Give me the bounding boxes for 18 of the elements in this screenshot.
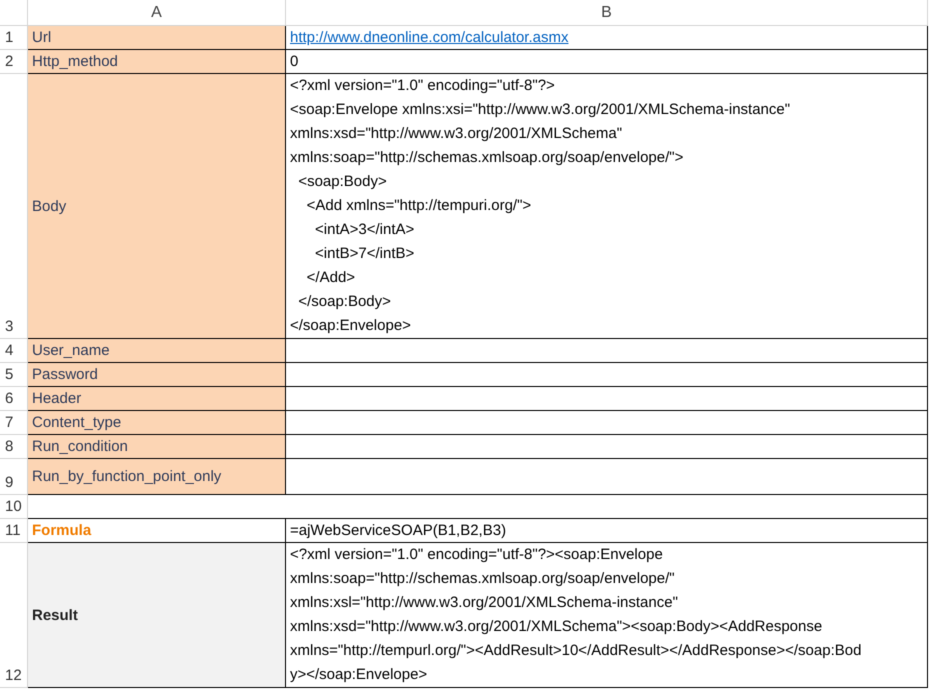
value-cell: 0	[286, 50, 928, 74]
label-cell: Password	[28, 363, 286, 387]
label-cell: Http_method	[28, 50, 286, 74]
label-cell: Result	[28, 543, 286, 688]
label-cell: Body	[28, 74, 286, 339]
label-cell: User_name	[28, 339, 286, 363]
value-cell: =ajWebServiceSOAP(B1,B2,B3)	[286, 519, 928, 543]
label-cell: Run_by_function_point_only	[28, 459, 286, 495]
label-cell: Formula	[28, 519, 286, 543]
column-header: B	[286, 0, 928, 26]
label-cell: Header	[28, 387, 286, 411]
label-cell: Content_type	[28, 411, 286, 435]
link[interactable]: http://www.dneonline.com/calculator.asmx	[290, 29, 568, 46]
label-cell: Url	[28, 26, 286, 50]
value-cell: <?xml version="1.0" encoding="utf-8"?><soap:Envelope xmlns:soap="http://schemas.xmlsoap.org/soap/envelope/" xmlns:xsl="http://www.w3.org/2001/XMLSchema-instance" xmlns:xsd="http://www.w3.org/2001/XMLSchema"><soap:Body><AddResponse xmlns="http://tempurl.org/"><AddResult>10</AddResult></AddResponse></soap:Bod y></soap:Envelope>	[286, 543, 928, 688]
value-cell: <?xml version="1.0" encoding="utf-8"?> <soap:Envelope xmlns:xsi="http://www.w3.org/2001/XMLSchema-instance" xmlns:xsd="http://www.w3.org/2001/XMLSchema" xmlns:soap="http://schemas.xmlsoap.org/soap/envelope/"> <soap:Body> <Add xmlns="http://tempuri.org/"> <intA>3</intA> <intB>7</intB> </Add> </soap:Body> </soap:Envelope>	[286, 74, 928, 339]
label-cell: Run_condition	[28, 435, 286, 459]
row-number: 10	[0, 495, 28, 519]
